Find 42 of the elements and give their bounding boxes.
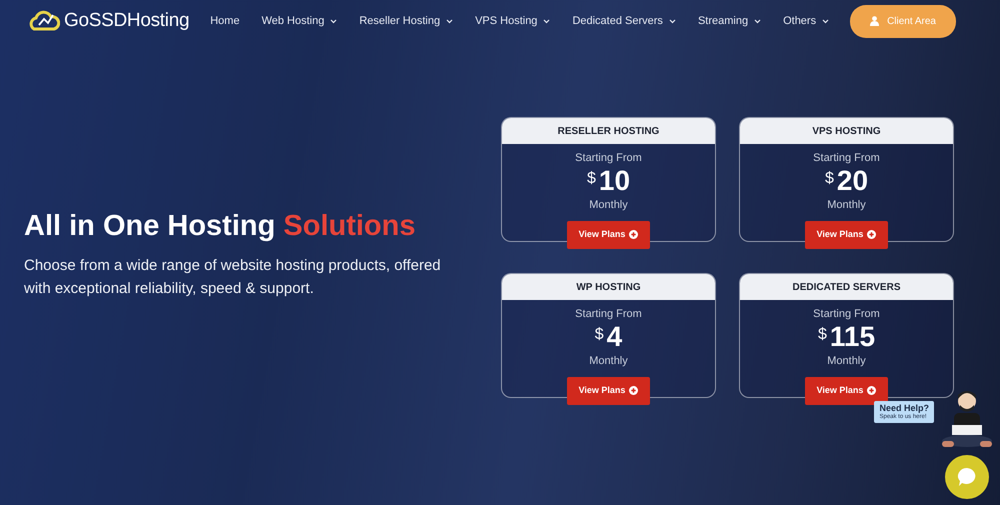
nav-link[interactable]: VPS Hosting (475, 12, 550, 30)
nav-link[interactable]: Home (210, 12, 240, 30)
plus-circle-icon (867, 386, 876, 396)
starting-from-label: Starting From (575, 307, 642, 322)
view-plans-button[interactable]: View Plans (804, 377, 888, 404)
view-plans-button[interactable]: View Plans (566, 221, 650, 248)
cloud-logo-icon (28, 9, 60, 33)
currency-symbol: $ (594, 326, 604, 342)
plus-circle-icon (629, 386, 638, 396)
price-amount: 115 (830, 322, 876, 350)
speech-bubble-icon (956, 466, 978, 488)
brand-name[interactable]: GoSSDHosting (64, 6, 190, 36)
user-icon (870, 16, 880, 26)
billing-period: Monthly (589, 198, 628, 212)
hero-headline: All in One Hosting Solutions (24, 209, 416, 244)
nav-link[interactable]: Reseller Hosting (359, 12, 454, 30)
plan-title: WP HOSTING (502, 274, 715, 300)
plan-title: VPS HOSTING (740, 118, 953, 144)
currency-symbol: $ (818, 326, 827, 342)
billing-period: Monthly (827, 354, 866, 368)
starting-from-label: Starting From (575, 151, 642, 166)
nav-link[interactable]: Dedicated Servers (572, 12, 676, 30)
nav-link[interactable]: Others (783, 12, 830, 30)
chat-button[interactable] (945, 455, 989, 499)
plus-circle-icon (867, 230, 876, 240)
nav-link[interactable]: Streaming (698, 12, 762, 30)
plan-title: DEDICATED SERVERS (740, 274, 953, 300)
hero-subtitle: Choose from a wide range of website hosting products, offered with exceptional reliability, speed & support. (24, 256, 442, 299)
view-plans-button[interactable]: View Plans (566, 377, 650, 404)
starting-from-label: Starting From (813, 151, 880, 166)
billing-period: Monthly (827, 198, 866, 212)
nav-link[interactable]: Web Hosting (262, 12, 338, 30)
view-plans-button[interactable]: View Plans (804, 221, 888, 248)
currency-symbol: $ (824, 170, 834, 186)
plus-circle-icon (629, 230, 638, 240)
price-amount: 4 (606, 322, 622, 350)
starting-from-label: Starting From (813, 307, 880, 322)
billing-period: Monthly (589, 354, 628, 368)
plan-title: RESELLER HOSTING (502, 118, 715, 144)
price-amount: 10 (598, 166, 630, 194)
price-amount: 20 (836, 166, 868, 194)
currency-symbol: $ (586, 170, 596, 186)
